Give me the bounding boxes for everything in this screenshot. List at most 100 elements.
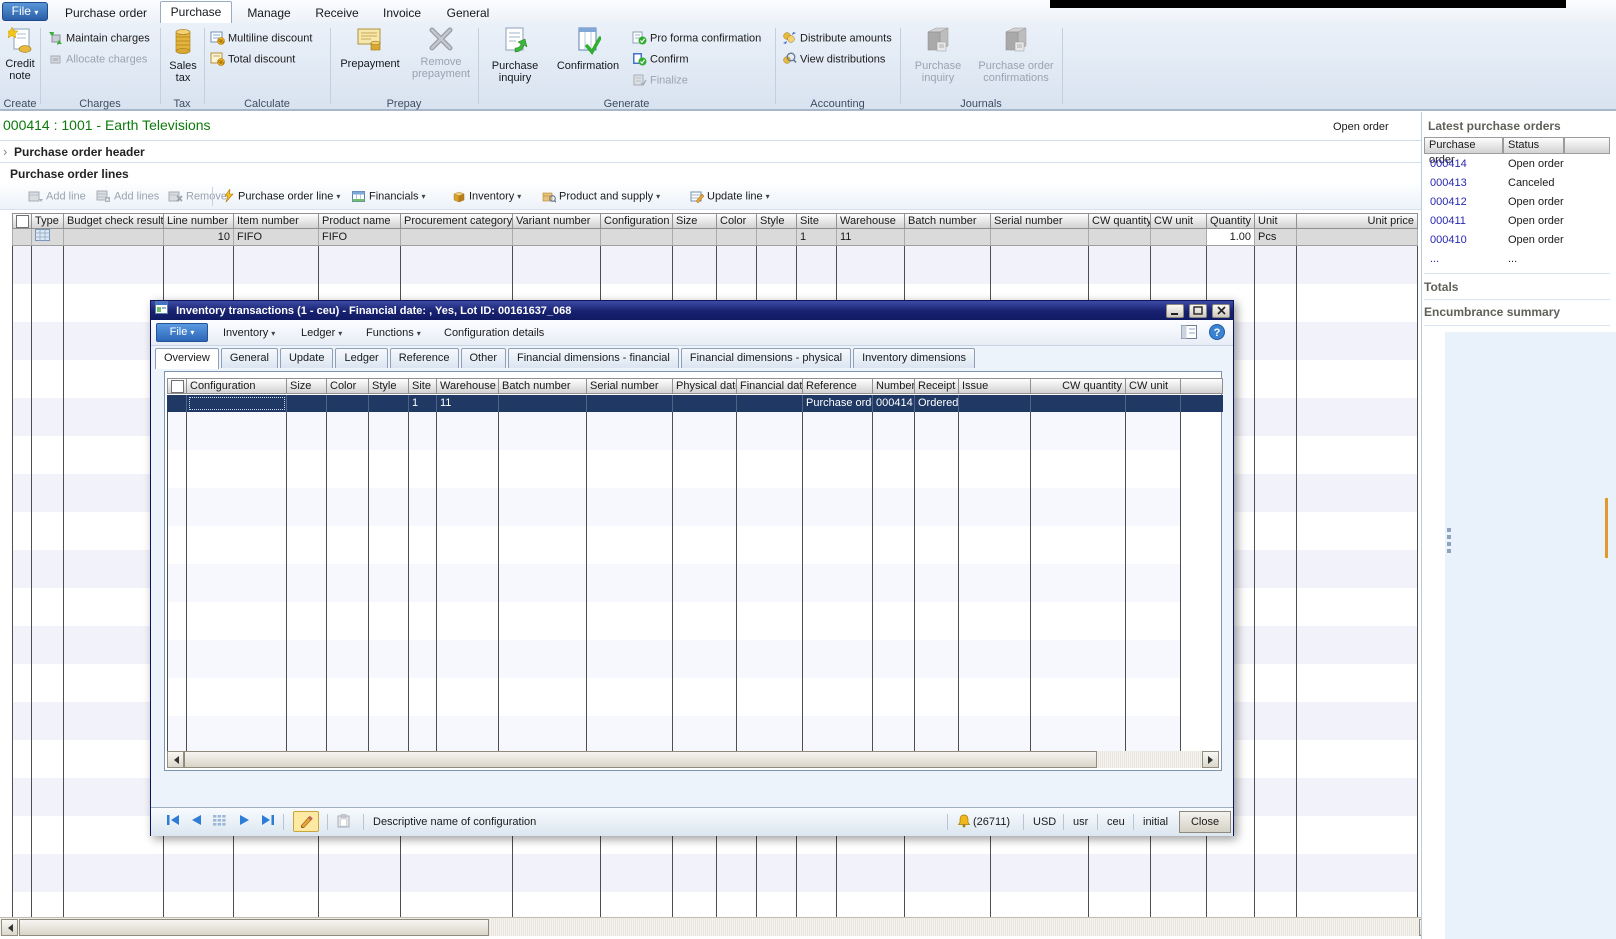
col-cw-quantity[interactable]: CW quantity [1089,213,1151,229]
col-color[interactable]: Color [327,378,369,394]
po-link[interactable]: 000414 [1430,158,1467,170]
factbox-col-status[interactable]: Status [1503,137,1564,154]
edit-record-button[interactable] [293,811,319,832]
tab-file[interactable]: File ▾ [2,2,48,21]
col-cw-unit[interactable]: CW unit [1151,213,1207,229]
col-unit[interactable]: Unit [1255,213,1297,229]
dialog-ledger-menu[interactable]: Ledger [301,325,342,341]
col-cw-quantity[interactable]: CW quantity [1031,378,1126,394]
cell-quantity[interactable]: 1.00 [1207,229,1255,246]
scrollbar-thumb[interactable] [184,751,1097,768]
update-line-menu[interactable]: Update line [690,188,770,205]
tab-financial-dimensions-financial[interactable]: Financial dimensions - financial [508,348,679,368]
col-line-number[interactable]: Line number [164,213,234,229]
section-purchase-order-header[interactable]: Purchase order header [14,145,145,159]
notification-count[interactable]: (26711) [973,814,1010,831]
notification-bell-icon[interactable] [957,814,971,831]
col-reference[interactable]: Reference [803,378,873,394]
col-batch-number[interactable]: Batch number [905,213,991,229]
col-serial-number[interactable]: Serial number [587,378,673,394]
maximize-button[interactable] [1189,304,1207,318]
tab-update[interactable]: Update [280,348,333,368]
col-site[interactable]: Site [409,378,437,394]
col-physical-date[interactable]: Physical date [673,378,737,394]
col-site[interactable]: Site [797,213,837,229]
select-all-checkbox[interactable] [12,213,32,229]
tab-ledger[interactable]: Ledger [335,348,387,368]
last-record-button[interactable] [261,814,274,831]
tab-general[interactable]: General [221,348,278,368]
tab-purchase[interactable]: Purchase [160,1,232,23]
col-style[interactable]: Style [369,378,409,394]
tab-purchase-order[interactable]: Purchase order [58,3,154,23]
col-variant-number[interactable]: Variant number [513,213,601,229]
dialog-title-bar[interactable]: Inventory transactions (1 - ceu) - Finan… [151,301,1233,320]
tab-financial-dimensions-physical[interactable]: Financial dimensions - physical [681,348,851,368]
col-warehouse[interactable]: Warehouse [837,213,905,229]
col-issue[interactable]: Issue [959,378,1031,394]
col-quantity[interactable]: Quantity [1207,213,1255,229]
col-unit-price[interactable]: Unit price [1297,213,1418,229]
col-procurement-category[interactable]: Procurement category [401,213,513,229]
factbox-splitter-handle[interactable] [1447,528,1451,556]
tab-reference[interactable]: Reference [390,348,459,368]
pro-forma-confirmation-button[interactable]: Pro forma confirmation [632,30,761,47]
minimize-button[interactable] [1166,304,1184,318]
view-distributions-button[interactable]: View distributions [782,51,885,68]
table-row[interactable]: 1 11 Purchase order 000414 Ordered [167,395,1223,412]
latest-purchase-orders-title[interactable]: Latest purchase orders [1428,119,1561,133]
col-item-number[interactable]: Item number [234,213,319,229]
scroll-left-button[interactable] [1,919,18,936]
prepayment-button[interactable]: Prepayment [336,26,404,70]
col-cw-unit[interactable]: CW unit [1126,378,1181,394]
col-size[interactable]: Size [673,213,717,229]
distribute-amounts-button[interactable]: Distribute amounts [782,30,892,47]
po-more-link[interactable]: ... [1430,253,1439,265]
next-record-button[interactable] [239,814,250,831]
col-type[interactable]: Type [32,213,64,229]
sales-tax-button[interactable]: Sales tax [162,26,204,84]
po-link[interactable]: 000412 [1430,196,1467,208]
close-window-button[interactable] [1212,304,1230,318]
tab-general[interactable]: General [436,3,500,23]
dialog-horizontal-scrollbar[interactable] [167,751,1219,768]
maintain-charges-button[interactable]: Maintain charges [48,30,150,47]
purchase-inquiry-button[interactable]: Purchase inquiry [484,26,546,84]
grid-view-button[interactable] [213,814,226,831]
scroll-right-button[interactable] [1202,751,1219,768]
factbox-col-purchase-order[interactable]: Purchase order [1424,137,1503,154]
expand-section-icon[interactable]: › [3,144,7,159]
row-checkbox-cell[interactable] [12,229,32,246]
col-style[interactable]: Style [757,213,797,229]
tab-overview[interactable]: Overview [155,348,219,369]
col-color[interactable]: Color [717,213,757,229]
encumbrance-summary-title[interactable]: Encumbrance summary [1424,305,1560,319]
po-link[interactable]: 000411 [1430,215,1466,227]
product-and-supply-menu[interactable]: Product and supply [542,188,660,205]
col-financial-date[interactable]: Financial date [737,378,803,394]
col-configuration[interactable]: Configuration [187,378,287,394]
dialog-configuration-details-menu[interactable]: Configuration details [444,325,544,341]
pane-layout-icon[interactable] [1181,325,1197,342]
inventory-menu[interactable]: Inventory [452,188,521,205]
help-icon[interactable]: ? [1209,324,1225,343]
po-link[interactable]: 000410 [1430,234,1467,246]
multiline-discount-button[interactable]: %Multiline discount [210,30,312,47]
tab-invoice[interactable]: Invoice [374,3,430,23]
first-record-button[interactable] [167,814,180,831]
col-warehouse[interactable]: Warehouse [437,378,499,394]
table-row[interactable]: 10 FIFO FIFO 1 11 1.00 Pcs [12,229,1418,246]
main-horizontal-scrollbar[interactable] [0,917,1437,936]
dialog-inventory-menu[interactable]: Inventory [223,325,275,341]
tab-receive[interactable]: Receive [306,3,368,23]
col-receipt[interactable]: Receipt [915,378,959,394]
col-size[interactable]: Size [287,378,327,394]
tab-manage[interactable]: Manage [238,3,300,23]
credit-note-button[interactable]: Credit note [0,26,40,82]
tab-other[interactable]: Other [461,348,507,368]
col-number[interactable]: Number [873,378,915,394]
total-discount-button[interactable]: %Total discount [210,51,295,68]
dialog-file-menu[interactable]: File ▾ [156,323,208,342]
po-link[interactable]: 000413 [1430,177,1467,189]
confirmation-button[interactable]: Confirmation [550,26,626,72]
